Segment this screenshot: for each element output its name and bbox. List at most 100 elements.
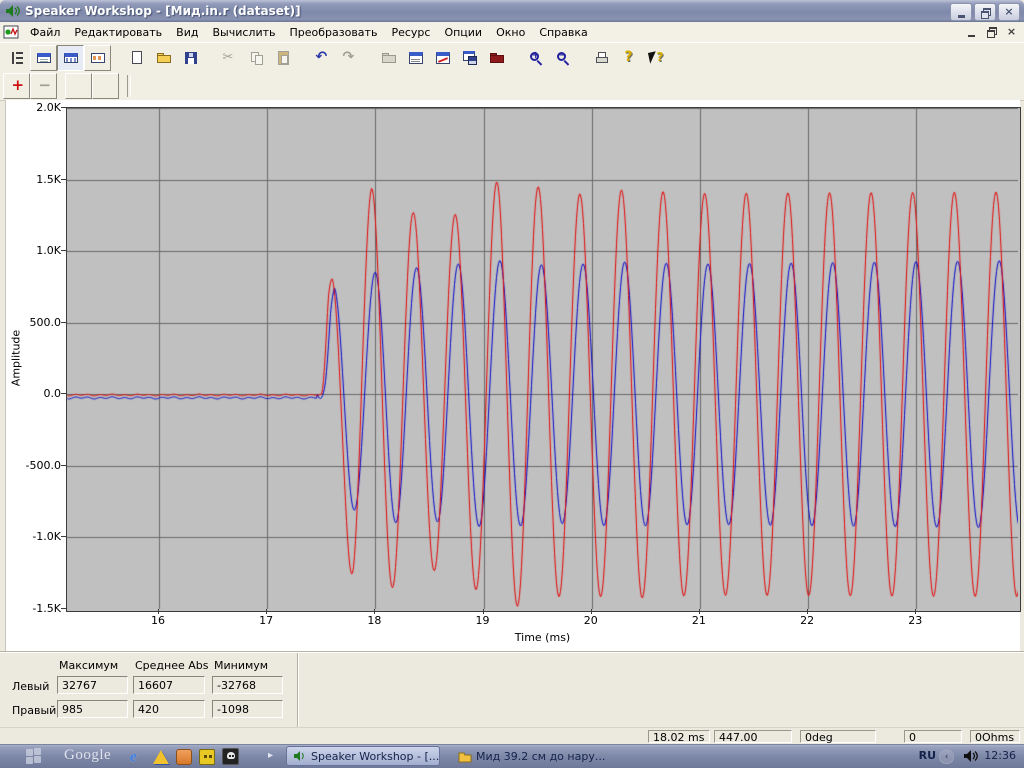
quicklaunch-robot-icon[interactable] (199, 749, 215, 765)
x-tick-mark (374, 609, 375, 614)
print-button[interactable] (588, 45, 615, 71)
status-field-4: 0 (904, 730, 962, 744)
toolbar-group-1 (3, 44, 111, 71)
x-tick-mark (699, 609, 700, 614)
chart-view-icon (63, 50, 79, 66)
context-help-button[interactable]: ? (642, 45, 669, 71)
menu-item-5[interactable]: Преобразовать (282, 23, 384, 42)
stats-value-правый-2: 420 (133, 700, 205, 718)
dataset-window-icon[interactable] (3, 24, 19, 40)
open-resource-button (375, 45, 402, 71)
y-tick-label: 0.0 (43, 387, 62, 401)
y-tick-mark (61, 250, 66, 251)
cut-button: ✂ (216, 45, 243, 71)
mdi-close-button[interactable]: × (1003, 24, 1020, 39)
stats-row-label: Правый (12, 704, 57, 717)
new-icon (129, 50, 145, 66)
quicklaunch-triangle-icon[interactable] (153, 749, 169, 765)
sort-tree-button[interactable] (3, 45, 30, 71)
quicklaunch-skull-icon[interactable] (222, 748, 239, 765)
menu-item-4[interactable]: Вычислить (205, 23, 282, 42)
mdi-minimize-button[interactable] (963, 24, 980, 39)
new-button[interactable] (123, 45, 150, 71)
toolbar-main: ✂ ↶ ↷ + −?? (0, 42, 1024, 73)
menu-item-3[interactable]: Вид (169, 23, 205, 42)
minimize-button[interactable] (950, 3, 972, 21)
menu-item-1[interactable]: Файл (23, 23, 67, 42)
plot-area (66, 107, 1021, 612)
quicklaunch-orange-icon[interactable] (176, 749, 192, 765)
task-button-1[interactable]: Speaker Workshop - [... (286, 746, 440, 766)
copy-icon (249, 50, 265, 66)
status-field-5: 0Ohms (970, 730, 1020, 744)
open-button[interactable] (150, 45, 177, 71)
save-button[interactable] (177, 45, 204, 71)
open-resource-icon (381, 50, 397, 66)
status-field-1: 18.02 ms (648, 730, 710, 744)
menu-item-2[interactable]: Редактировать (67, 23, 169, 42)
x-tick-label: 18 (367, 614, 382, 627)
y-tick-mark (61, 608, 66, 609)
start-button[interactable] (26, 748, 43, 764)
marker-toolbar-group: + − (3, 73, 119, 99)
language-indicator[interactable]: RU (919, 749, 936, 762)
y-axis-title: Amplitude (9, 329, 23, 387)
x-tick-label: 19 (475, 614, 490, 627)
tray-chevron-icon[interactable]: ‹ (939, 749, 954, 764)
edit-blank-1-button[interactable] (65, 73, 92, 99)
x-tick-mark (158, 609, 159, 614)
toolbar-group-3: ✂ (216, 45, 297, 71)
edit-remove-marker-button[interactable]: − (30, 73, 57, 99)
chart-view-button[interactable] (57, 44, 84, 71)
edit-add-marker-button[interactable]: + (3, 73, 30, 99)
close-button[interactable]: × (998, 3, 1020, 21)
volume-icon[interactable] (962, 748, 978, 764)
menu-item-6[interactable]: Ресурс (384, 23, 437, 42)
toolbar-group-5 (375, 45, 510, 71)
y-tick-mark (61, 179, 66, 180)
y-tick-label: 1.0K (36, 244, 61, 258)
google-toolbar-label[interactable]: Google (64, 747, 111, 764)
task-button-label: Speaker Workshop - [... (311, 749, 440, 763)
panel-splitter[interactable] (297, 653, 298, 728)
taskbar-clock: 12:36 (984, 749, 1016, 762)
status-bar: 18.02 ms 447.00 0deg 0 0Ohms (0, 727, 1024, 745)
quicklaunch-ie-icon[interactable]: e (130, 749, 146, 765)
menu-item-7[interactable]: Опции (437, 23, 489, 42)
waveform-canvas[interactable] (67, 108, 1018, 609)
edit-blank-2-button[interactable] (92, 73, 119, 99)
y-tick-label: 500.0 (29, 315, 62, 329)
stats-row-label: Левый (12, 680, 50, 693)
chevron-icon[interactable]: ▸ (268, 750, 273, 761)
save-window-button[interactable] (456, 45, 483, 71)
notes-view-button[interactable] (84, 44, 111, 71)
title-bar[interactable]: Speaker Workshop - [Мид.in.r (dataset)] … (0, 0, 1024, 22)
zoom-in-button[interactable]: + (522, 45, 549, 71)
mdi-restore-button[interactable] (983, 24, 1000, 39)
zoom-out-button[interactable]: − (549, 45, 576, 71)
window-title: Speaker Workshop - [Мид.in.r (dataset)] (25, 4, 301, 18)
stats-value-левый-2: 16607 (133, 676, 205, 694)
properties-window-button[interactable] (402, 45, 429, 71)
help-button[interactable]: ? (615, 45, 642, 71)
notes-view-icon (90, 50, 106, 66)
x-tick-label: 20 (583, 614, 598, 627)
task-button-label: Мид 39.2 см до нару... (476, 749, 606, 763)
undo-button[interactable]: ↶ (309, 45, 336, 71)
chart-window-icon (435, 50, 451, 66)
stats-column-header: Максимум (59, 659, 119, 672)
restore-button[interactable] (974, 3, 996, 21)
export-button[interactable] (483, 45, 510, 71)
menu-bar: Файл Редактировать Вид Вычислить Преобразова… (0, 22, 1024, 43)
datasheet-view-button[interactable] (30, 44, 57, 71)
menu-item-9[interactable]: Справка (532, 23, 594, 42)
app-icon (6, 5, 20, 17)
menu-item-8[interactable]: Окно (489, 23, 532, 42)
toolbar-band-separator (127, 75, 131, 97)
y-tick-label: 1.5K (36, 172, 61, 186)
toolbar-group-4: ↶ ↷ (309, 45, 363, 71)
chart-window-button[interactable] (429, 45, 456, 71)
toolbar-group-2 (123, 45, 204, 71)
y-tick-label: -500.0 (25, 458, 61, 472)
task-button-2[interactable]: Мид 39.2 см до нару... (452, 746, 624, 766)
